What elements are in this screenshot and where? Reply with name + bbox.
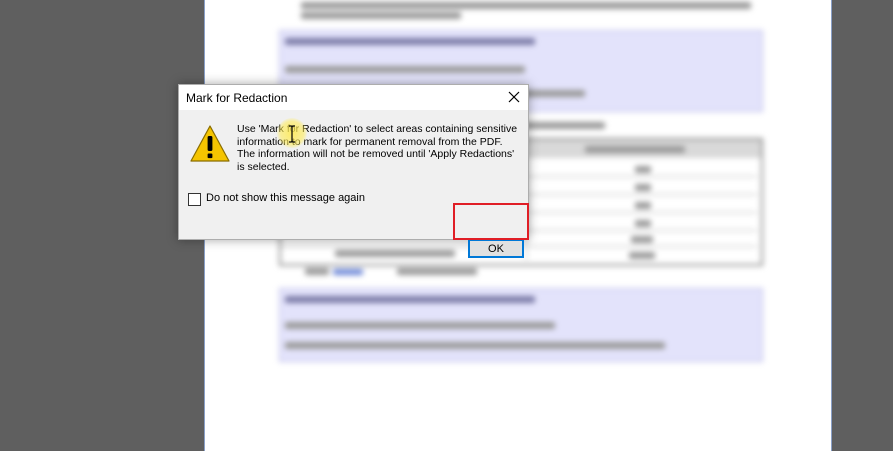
do-not-show-checkbox[interactable] (188, 193, 201, 206)
dialog-titlebar: Mark for Redaction (179, 85, 528, 110)
text-cursor-icon (287, 125, 297, 143)
warning-icon (189, 124, 231, 164)
do-not-show-label[interactable]: Do not show this message again (206, 192, 365, 204)
close-icon[interactable] (504, 87, 524, 107)
ok-button-highlight (453, 203, 529, 240)
ok-button[interactable]: OK (468, 239, 524, 258)
dialog-title: Mark for Redaction (186, 91, 288, 105)
